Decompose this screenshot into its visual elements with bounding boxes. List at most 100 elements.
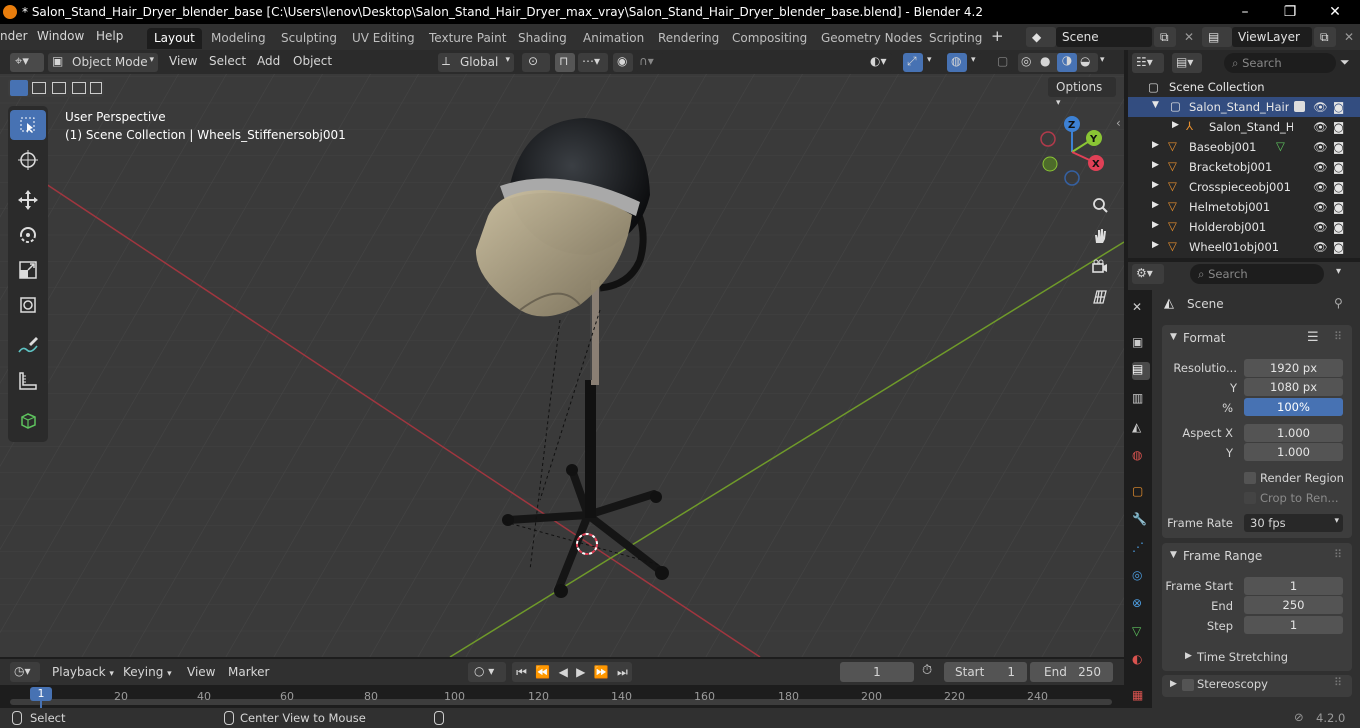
shading-dropdown-icon[interactable]: ▾ — [1098, 53, 1112, 72]
menu-timeline-view[interactable]: View — [187, 665, 215, 679]
add-workspace-button[interactable]: + — [991, 27, 1004, 45]
expand-chevron-icon[interactable]: ▶ — [1152, 180, 1159, 190]
frame-end-field[interactable]: 250 — [1244, 596, 1343, 614]
frame-start-field[interactable]: 1 — [1244, 577, 1343, 595]
render-tab-icon[interactable]: ▣ — [1132, 335, 1150, 353]
playhead-frame-indicator[interactable]: 1 — [30, 687, 52, 701]
eye-icon[interactable]: 👁 — [1313, 240, 1328, 254]
select-extend-icon[interactable] — [32, 82, 46, 94]
transform-tool-icon[interactable] — [10, 290, 46, 320]
material-shading-icon[interactable]: ◑ — [1057, 53, 1077, 72]
expand-chevron-icon[interactable]: ▶ — [1152, 160, 1159, 170]
annotate-tool-icon[interactable] — [10, 330, 46, 360]
exclude-checkbox[interactable] — [1294, 101, 1305, 112]
output-tab-icon[interactable]: ▤ — [1132, 362, 1150, 380]
expand-chevron-icon[interactable]: ▶ — [1152, 140, 1159, 150]
expand-chevron-icon[interactable]: ▶ — [1172, 120, 1179, 130]
stereoscopy-checkbox[interactable] — [1182, 679, 1194, 691]
frame-range-panel-title[interactable]: Frame Range — [1183, 549, 1262, 563]
menu-marker[interactable]: Marker — [228, 665, 269, 679]
outliner-item[interactable]: ▶ ▽ Crosspieceobj001 👁 ◙ — [1128, 177, 1360, 197]
start-frame-field[interactable]: Start 1 — [944, 662, 1027, 682]
camera-view-icon[interactable] — [1086, 253, 1114, 281]
delete-scene-icon[interactable]: ✕ — [1178, 27, 1196, 47]
eye-icon[interactable]: 👁 — [1313, 180, 1328, 194]
frame-rate-dropdown[interactable]: 30 fps ▾ — [1244, 514, 1343, 532]
xray-toggle-icon[interactable]: ▢ — [994, 53, 1012, 72]
select-subtract-icon[interactable] — [52, 82, 66, 94]
scene-name-field[interactable]: Scene — [1056, 27, 1152, 47]
tab-animation[interactable]: Animation — [576, 28, 651, 49]
stopwatch-icon[interactable]: ⏱ — [922, 663, 932, 678]
tab-layout[interactable]: Layout — [147, 28, 202, 49]
jump-keyframe-forward-icon[interactable]: ⏩ — [594, 665, 609, 679]
new-view-layer-icon[interactable]: ⧉ — [1314, 27, 1336, 47]
select-intersect-icon[interactable] — [90, 82, 102, 94]
play-icon[interactable]: ▶ — [576, 665, 585, 679]
tool-tab-icon[interactable]: ✕ — [1132, 300, 1150, 318]
outliner-item[interactable]: ▶ ▽ Bracketobj001 👁 ◙ — [1128, 157, 1360, 177]
wireframe-shading-icon[interactable]: ◎ — [1021, 54, 1031, 68]
menu-render[interactable]: nder — [0, 29, 28, 43]
view-layer-icon[interactable]: ▤ — [1202, 27, 1232, 47]
camera-icon[interactable]: ◙ — [1333, 120, 1347, 134]
minimize-button[interactable]: – — [1222, 2, 1268, 22]
auto-keying-icon[interactable]: ○ ▾ — [468, 662, 506, 682]
gizmo-toggle-icon[interactable]: ⤢ — [903, 53, 923, 72]
expand-chevron-icon[interactable]: ▶ — [1152, 220, 1159, 230]
current-frame-field[interactable]: 1 — [840, 662, 914, 682]
menu-playback[interactable]: Playback ▾ — [52, 665, 114, 679]
proportional-edit-icon[interactable]: ◉ — [613, 53, 633, 72]
add-cube-tool-icon[interactable] — [10, 405, 46, 435]
view-layer-field[interactable]: ViewLayer — [1232, 27, 1312, 47]
texture-tab-icon[interactable]: ▦ — [1132, 688, 1150, 706]
outliner-editor-type-icon[interactable]: ☷▾ — [1132, 53, 1164, 73]
eye-icon[interactable]: 👁 — [1313, 100, 1328, 114]
orthographic-grid-icon[interactable] — [1086, 283, 1114, 311]
select-new-icon[interactable] — [10, 80, 28, 96]
collapse-chevron-icon[interactable]: ▼ — [1170, 332, 1177, 342]
presets-list-icon[interactable]: ☰ — [1307, 330, 1319, 345]
constraints-tab-icon[interactable]: ⊗ — [1132, 596, 1150, 614]
falloff-icon[interactable]: ∩▾ — [635, 53, 665, 72]
object-tab-icon[interactable]: ▢ — [1132, 484, 1150, 502]
options-dropdown[interactable]: Options ▾ — [1048, 77, 1116, 108]
menu-window[interactable]: Window — [37, 29, 84, 43]
properties-search-input[interactable]: ⌕ Search — [1190, 264, 1324, 284]
outliner-item[interactable]: ▶ ▽ Baseobj001 ▽ 👁 ◙ — [1128, 137, 1360, 157]
outliner-item[interactable]: ▶ ▽ Helmetobj001 👁 ◙ — [1128, 197, 1360, 217]
expand-chevron-icon[interactable]: ▶ — [1185, 651, 1192, 661]
tab-compositing[interactable]: Compositing — [725, 28, 814, 49]
format-panel-title[interactable]: Format — [1183, 331, 1225, 345]
jump-start-icon[interactable]: ⏮ — [516, 665, 527, 680]
snap-target-icon[interactable]: ⋯▾ — [578, 53, 608, 72]
modifier-tab-icon[interactable]: 🔧 — [1132, 512, 1150, 530]
time-stretching-subpanel[interactable]: Time Stretching — [1197, 650, 1288, 664]
pin-icon[interactable]: ⚲ — [1334, 296, 1343, 310]
properties-editor-type-icon[interactable]: ⚙▾ — [1132, 264, 1164, 284]
stereoscopy-panel-title[interactable]: Stereoscopy — [1197, 677, 1268, 691]
scene-selector-icon[interactable]: ◆ — [1026, 27, 1056, 47]
eye-icon[interactable]: 👁 — [1313, 120, 1328, 134]
navigation-gizmo[interactable]: Z Y X — [1036, 114, 1112, 190]
close-button[interactable]: ✕ — [1312, 2, 1358, 22]
orientation-dropdown[interactable]: ⟂ Global ▾ — [438, 53, 514, 72]
resolution-y-field[interactable]: 1080 px — [1244, 378, 1343, 396]
resolution-percent-slider[interactable]: 100% — [1244, 398, 1343, 416]
tab-sculpting[interactable]: Sculpting — [274, 28, 344, 49]
particles-tab-icon[interactable]: ⋰ — [1132, 540, 1150, 558]
menu-select[interactable]: Select — [209, 54, 246, 68]
outliner-search-input[interactable]: ⌕ Search — [1224, 53, 1336, 73]
aspect-y-field[interactable]: 1.000 — [1244, 443, 1343, 461]
world-tab-icon[interactable]: ◍ — [1132, 448, 1150, 466]
expand-chevron-icon[interactable]: ▶ — [1152, 240, 1159, 250]
eye-icon[interactable]: 👁 — [1313, 220, 1328, 234]
gizmo-dropdown-icon[interactable]: ▾ — [925, 53, 939, 72]
eye-icon[interactable]: 👁 — [1313, 200, 1328, 214]
editor-type-icon[interactable]: ⌖▾ — [10, 53, 44, 72]
outliner-item[interactable]: ▶ ⅄ Salon_Stand_H 👁 ◙ — [1128, 117, 1360, 137]
move-tool-icon[interactable] — [10, 185, 46, 215]
pan-hand-icon[interactable] — [1086, 222, 1114, 250]
expand-chevron-icon[interactable]: ▼ — [1152, 100, 1159, 110]
view-layer-tab-icon[interactable]: ▥ — [1132, 391, 1150, 409]
